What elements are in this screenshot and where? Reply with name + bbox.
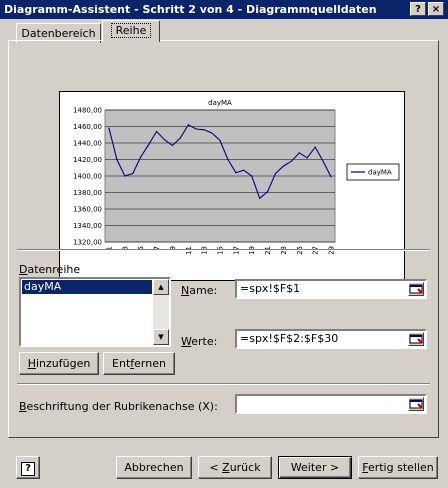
data-point	[124, 175, 126, 177]
data-point	[298, 152, 300, 154]
values-field[interactable]: =spx!$F$2:$F$30	[235, 329, 427, 349]
title-bar[interactable]: Diagramm-Assistent - Schritt 2 von 4 - D…	[0, 0, 448, 19]
data-point	[187, 124, 189, 126]
data-point	[140, 156, 142, 158]
y-tick-label: 1440,00	[73, 140, 102, 148]
data-point	[243, 169, 245, 171]
data-point	[148, 144, 150, 146]
data-point	[306, 157, 308, 159]
data-point	[171, 144, 174, 147]
data-point	[235, 172, 237, 174]
help-button[interactable]: ?	[410, 2, 426, 16]
range-picker-icon	[409, 399, 423, 409]
cancel-button[interactable]: Abbrechen	[116, 456, 192, 479]
data-point	[163, 139, 166, 141]
data-point	[290, 160, 292, 162]
series-listbox[interactable]: dayMA ▲ ▼	[19, 277, 171, 347]
data-point	[155, 130, 158, 133]
tab-panel-reihe: dayMA 1480,00 1460,00 1440,00 1420,00 1400,00…	[8, 40, 439, 438]
data-point	[330, 176, 332, 178]
y-tick-label: 1380,00	[73, 189, 102, 197]
data-point	[314, 146, 316, 148]
separator	[17, 383, 430, 385]
list-item[interactable]: dayMA	[22, 280, 152, 294]
add-series-button[interactable]: Hinzufügen	[19, 352, 99, 375]
data-point	[195, 128, 197, 130]
category-axis-field[interactable]	[235, 394, 427, 414]
chart-preview: dayMA 1480,00 1460,00 1440,00 1420,00 1400,00…	[59, 91, 405, 281]
data-point	[108, 127, 110, 129]
data-point	[211, 132, 213, 134]
legend-label: dayMA	[368, 169, 392, 177]
data-point	[132, 172, 134, 175]
range-picker-icon	[409, 284, 423, 294]
help-icon-button[interactable]: ?	[16, 456, 40, 479]
chart-svg: dayMA 1480,00 1460,00 1440,00 1420,00 1400,00…	[73, 99, 400, 255]
name-label: Name:	[181, 284, 218, 297]
category-axis-label: Beschriftung der Rubrikenachse (X):	[19, 400, 218, 413]
y-tick-label: 1320,00	[73, 239, 102, 247]
chart-title: dayMA	[208, 99, 232, 107]
scroll-up-icon[interactable]: ▲	[153, 279, 169, 295]
data-point	[219, 139, 221, 142]
y-tick-label: 1400,00	[73, 173, 102, 181]
data-point	[266, 191, 269, 193]
data-point	[274, 172, 277, 175]
range-picker-icon	[409, 334, 423, 344]
values-field-value: =spx!$F$2:$F$30	[240, 332, 339, 345]
name-field[interactable]: =spx!$F$1	[235, 279, 427, 299]
data-point	[227, 158, 229, 161]
y-tick-label: 1340,00	[73, 222, 102, 230]
question-icon: ?	[21, 462, 35, 476]
category-range-picker-button[interactable]	[408, 397, 424, 411]
values-label: Werte:	[181, 335, 218, 348]
y-tick-label: 1460,00	[73, 123, 102, 131]
y-tick-label: 1420,00	[73, 156, 102, 164]
window-title: Diagramm-Assistent - Schritt 2 von 4 - D…	[4, 3, 377, 16]
data-point	[259, 197, 261, 199]
data-point	[116, 158, 118, 161]
back-button[interactable]: < Zurück	[198, 456, 272, 479]
name-field-value: =spx!$F$1	[240, 282, 301, 295]
remove-series-button[interactable]: Entfernen	[103, 352, 175, 375]
values-range-picker-button[interactable]	[408, 332, 424, 346]
data-point	[322, 160, 324, 162]
data-point	[251, 175, 253, 177]
scroll-down-icon[interactable]: ▼	[153, 329, 169, 345]
next-button[interactable]: Weiter >	[278, 456, 352, 479]
finish-button[interactable]: Fertig stellen	[358, 456, 438, 479]
listbox-scrollbar[interactable]: ▲ ▼	[153, 279, 169, 345]
series-section-label: Datenreihe	[19, 263, 81, 276]
close-button[interactable]: ×	[428, 2, 444, 16]
tab-reihe[interactable]: Reihe	[102, 20, 160, 42]
name-range-picker-button[interactable]	[408, 282, 424, 296]
separator	[17, 249, 430, 251]
data-point	[203, 129, 205, 131]
chart-wizard-dialog: Diagramm-Assistent - Schritt 2 von 4 - D…	[0, 0, 448, 488]
data-point	[282, 165, 285, 167]
y-tick-label: 1360,00	[73, 206, 102, 214]
data-point	[179, 137, 181, 139]
y-tick-label: 1480,00	[73, 107, 102, 115]
